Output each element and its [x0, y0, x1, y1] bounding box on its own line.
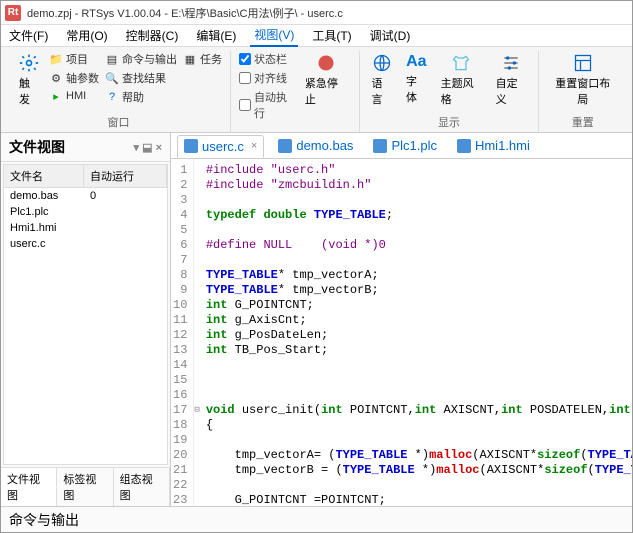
file-row[interactable]: userc.c	[4, 236, 167, 252]
font-button[interactable]: Aa 字体	[402, 51, 431, 112]
editor-area: userc.c× demo.bas Plc1.plc Hmi1.hmi 1234567…	[171, 133, 632, 506]
emergency-stop-button[interactable]: 紧急停止	[301, 51, 351, 128]
custom-button[interactable]: 自定义	[492, 51, 531, 112]
menubar: 文件(F) 常用(O) 控制器(C) 编辑(E) 视图(V) 工具(T) 调试(D)	[1, 25, 632, 47]
pin-icon[interactable]: ▾ ⬓ ×	[134, 141, 162, 154]
cmd-output-button[interactable]: ▤命令与输出	[105, 51, 177, 67]
menu-item[interactable]: 视图(V)	[250, 24, 298, 47]
file-icon	[373, 139, 387, 153]
sidebar-tabs: 文件视图标签视图组态视图	[1, 467, 170, 506]
col-filename[interactable]: 文件名	[4, 165, 84, 187]
ribbon-group-window: 触发 📁项目 ⚙轴参数 ▸HMI ▤命令与输出 🔍查找结果 ?帮助 ▦任务 窗口	[7, 51, 231, 132]
code-editor[interactable]: 1234567891011121314151617181920212223242…	[171, 159, 632, 506]
window-title: demo.zpj - RTSys V1.00.04 - E:\程序\Basic\…	[27, 5, 343, 21]
layout-icon	[573, 53, 593, 73]
menu-item[interactable]: 文件(F)	[5, 25, 52, 46]
ribbon-group-options: 状态栏 对齐线 自动执行 紧急停止	[231, 51, 360, 132]
help-button[interactable]: ?帮助	[105, 89, 177, 105]
axes-icon: ⚙	[49, 71, 63, 85]
stop-label: 紧急停止	[305, 75, 347, 107]
output-panel: 命令与输出	[1, 506, 632, 532]
menu-item[interactable]: 控制器(C)	[122, 25, 183, 46]
file-row[interactable]: Plc1.plc	[4, 204, 167, 220]
ribbon-group-label: 显示	[368, 112, 531, 132]
file-view-sidebar: 文件视图 ▾ ⬓ × 文件名 自动运行 demo.bas0Plc1.plcHmi…	[1, 133, 171, 506]
file-icon	[184, 139, 198, 153]
file-table: 文件名 自动运行 demo.bas0Plc1.plcHmi1.hmiuserc.…	[3, 164, 168, 465]
output-title: 命令与输出	[9, 510, 79, 530]
titlebar: Rt demo.zpj - RTSys V1.00.04 - E:\程序\Bas…	[1, 1, 632, 25]
theme-button[interactable]: 主题风格	[437, 51, 486, 112]
menu-item[interactable]: 调试(D)	[366, 25, 415, 46]
language-button[interactable]: 语言	[368, 51, 397, 112]
file-icon	[278, 139, 292, 153]
ribbon-group-display: 语言 Aa 字体 主题风格 自定义 显示	[360, 51, 540, 132]
cmd-icon: ▤	[105, 52, 119, 66]
autoexec-checkbox[interactable]: 自动执行	[239, 89, 295, 121]
search-result-button[interactable]: 🔍查找结果	[105, 70, 177, 86]
globe-icon	[372, 53, 392, 73]
font-icon: Aa	[406, 53, 426, 71]
menu-item[interactable]: 工具(T)	[308, 25, 355, 46]
task-button[interactable]: ▦任务	[183, 51, 222, 67]
alignline-checkbox[interactable]: 对齐线	[239, 70, 295, 86]
project-icon: 📁	[49, 52, 63, 66]
sidebar-tab[interactable]: 文件视图	[1, 468, 57, 506]
task-icon: ▦	[183, 52, 197, 66]
sliders-icon	[501, 53, 521, 73]
axes-button[interactable]: ⚙轴参数	[49, 70, 99, 86]
stop-icon	[316, 53, 336, 73]
editor-tab[interactable]: Plc1.plc	[367, 135, 443, 156]
app-icon: Rt	[5, 5, 21, 21]
editor-tab[interactable]: Hmi1.hmi	[451, 135, 536, 156]
ribbon-group-label: 重置	[547, 112, 618, 132]
menu-item[interactable]: 编辑(E)	[192, 25, 240, 46]
hmi-button[interactable]: ▸HMI	[49, 89, 99, 103]
trigger-label: 触发	[19, 75, 39, 107]
col-autorun[interactable]: 自动运行	[84, 165, 167, 187]
editor-tab[interactable]: userc.c×	[177, 135, 264, 158]
file-table-header: 文件名 自动运行	[4, 165, 167, 188]
trigger-button[interactable]: 触发	[15, 51, 43, 112]
search-icon: 🔍	[105, 71, 119, 85]
file-row[interactable]: Hmi1.hmi	[4, 220, 167, 236]
sidebar-title: 文件视图 ▾ ⬓ ×	[1, 133, 170, 162]
menu-item[interactable]: 常用(O)	[62, 25, 111, 46]
ribbon: 触发 📁项目 ⚙轴参数 ▸HMI ▤命令与输出 🔍查找结果 ?帮助 ▦任务 窗口…	[1, 47, 632, 133]
project-button[interactable]: 📁项目	[49, 51, 99, 67]
gear-icon	[19, 53, 39, 73]
ribbon-group-label	[239, 128, 351, 132]
ribbon-group-label: 窗口	[15, 112, 222, 132]
line-gutter: 1234567891011121314151617181920212223242…	[171, 159, 194, 506]
sidebar-tab[interactable]: 组态视图	[114, 468, 170, 506]
statusbar-checkbox[interactable]: 状态栏	[239, 51, 295, 67]
editor-tabs: userc.c× demo.bas Plc1.plc Hmi1.hmi	[171, 133, 632, 159]
code-content[interactable]: #include "userc.h"#include "zmcbuildin.h…	[200, 159, 632, 506]
editor-tab[interactable]: demo.bas	[272, 135, 359, 156]
help-icon: ?	[105, 90, 119, 104]
ribbon-group-reset: 重置窗口布局 重置	[539, 51, 626, 132]
sidebar-tab[interactable]: 标签视图	[57, 468, 113, 506]
file-row[interactable]: demo.bas0	[4, 188, 167, 204]
file-icon	[457, 139, 471, 153]
reset-layout-button[interactable]: 重置窗口布局	[547, 51, 618, 112]
close-icon[interactable]: ×	[251, 140, 257, 152]
tshirt-icon	[451, 53, 471, 73]
hmi-icon: ▸	[49, 89, 63, 103]
main-area: 文件视图 ▾ ⬓ × 文件名 自动运行 demo.bas0Plc1.plcHmi…	[1, 133, 632, 506]
